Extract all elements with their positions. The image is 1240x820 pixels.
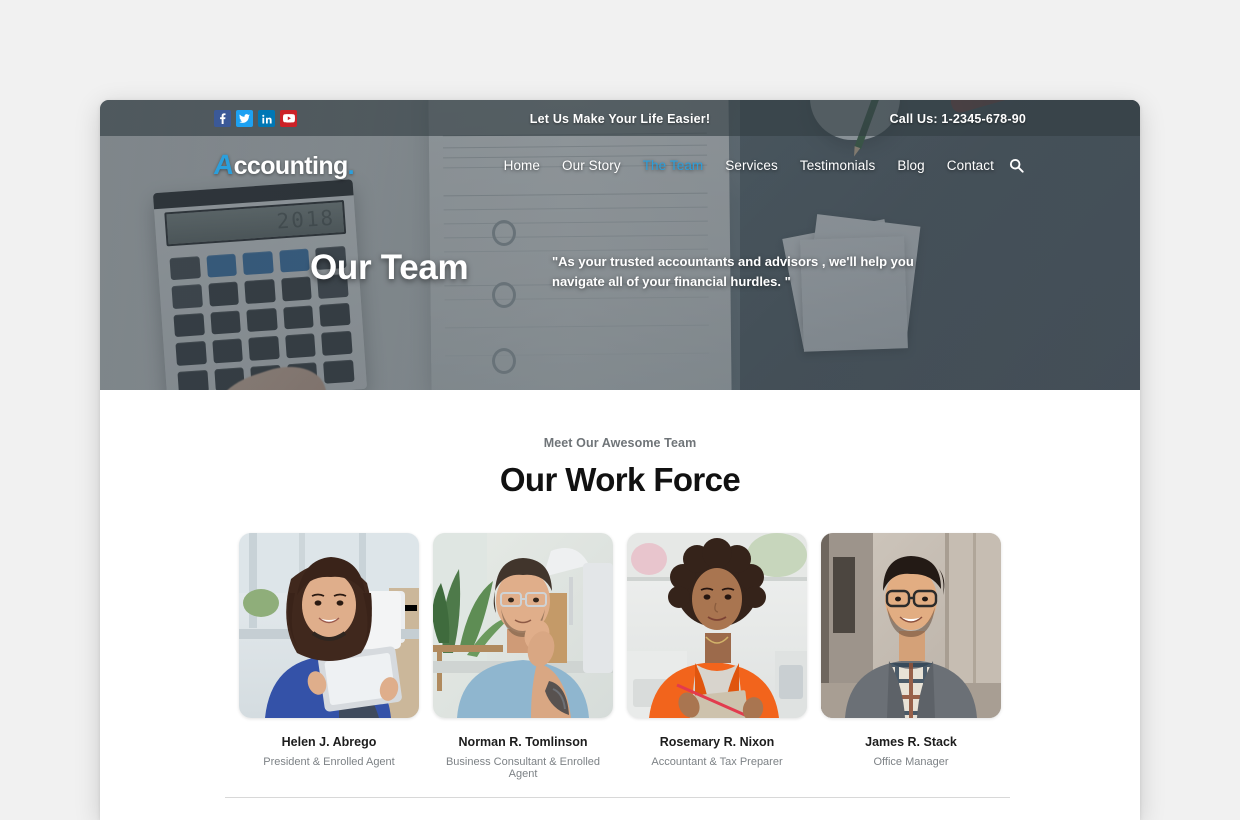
team-grid: Helen J. Abrego President & Enrolled Age… bbox=[100, 533, 1140, 780]
page-card: Let Us Make Your Life Easier! Call Us: 1… bbox=[100, 100, 1140, 820]
member-role: President & Enrolled Agent bbox=[263, 756, 395, 768]
logo-text: ccounting bbox=[233, 152, 349, 180]
site-logo[interactable]: Accounting. bbox=[212, 149, 355, 181]
nav-item-testimonials[interactable]: Testimonials bbox=[800, 158, 875, 173]
member-photo bbox=[627, 533, 807, 718]
logo-dot: . bbox=[347, 152, 355, 180]
logo-mark: A bbox=[212, 149, 236, 180]
member-name: Norman R. Tomlinson bbox=[458, 735, 588, 749]
section-divider bbox=[225, 797, 1010, 798]
team-member-card[interactable]: Norman R. Tomlinson Business Consultant … bbox=[433, 533, 613, 780]
member-role: Business Consultant & Enrolled Agent bbox=[445, 756, 601, 780]
member-role: Accountant & Tax Preparer bbox=[651, 756, 783, 768]
member-name: James R. Stack bbox=[865, 735, 957, 749]
nav-item-home[interactable]: Home bbox=[504, 158, 540, 173]
nav-item-services[interactable]: Services bbox=[725, 158, 778, 173]
nav-item-blog[interactable]: Blog bbox=[897, 158, 924, 173]
member-photo bbox=[433, 533, 613, 718]
page-title: Our Team bbox=[310, 248, 469, 287]
team-member-card[interactable]: Helen J. Abrego President & Enrolled Age… bbox=[239, 533, 419, 780]
search-icon[interactable] bbox=[1006, 155, 1026, 175]
nav-item-the-team[interactable]: The Team bbox=[643, 158, 704, 173]
nav-item-contact[interactable]: Contact bbox=[947, 158, 994, 173]
main-navigation: Accounting. Home Our Story The Team Serv… bbox=[100, 136, 1140, 194]
member-name: Rosemary R. Nixon bbox=[659, 735, 775, 749]
member-photo bbox=[239, 533, 419, 718]
member-role: Office Manager bbox=[873, 756, 949, 768]
member-photo bbox=[821, 533, 1001, 718]
member-name: Helen J. Abrego bbox=[281, 735, 377, 749]
hero-quote: "As your trusted accountants and advisor… bbox=[552, 254, 914, 290]
nav-item-our-story[interactable]: Our Story bbox=[562, 158, 621, 173]
section-title: Our Work Force bbox=[499, 461, 741, 498]
team-member-card[interactable]: Rosemary R. Nixon Accountant & Tax Prepa… bbox=[627, 533, 807, 780]
section-eyebrow: Meet Our Awesome Team bbox=[543, 436, 697, 450]
top-bar: Let Us Make Your Life Easier! Call Us: 1… bbox=[100, 100, 1140, 136]
team-member-card[interactable]: James R. Stack Office Manager bbox=[821, 533, 1001, 780]
hero-banner: Let Us Make Your Life Easier! Call Us: 1… bbox=[100, 100, 1140, 390]
call-us-text: Call Us: 1-2345-678-90 bbox=[889, 112, 1026, 126]
nav-links: Home Our Story The Team Services Testimo… bbox=[504, 158, 994, 173]
team-section: Meet Our Awesome Team Our Work Force Hel… bbox=[100, 390, 1140, 820]
